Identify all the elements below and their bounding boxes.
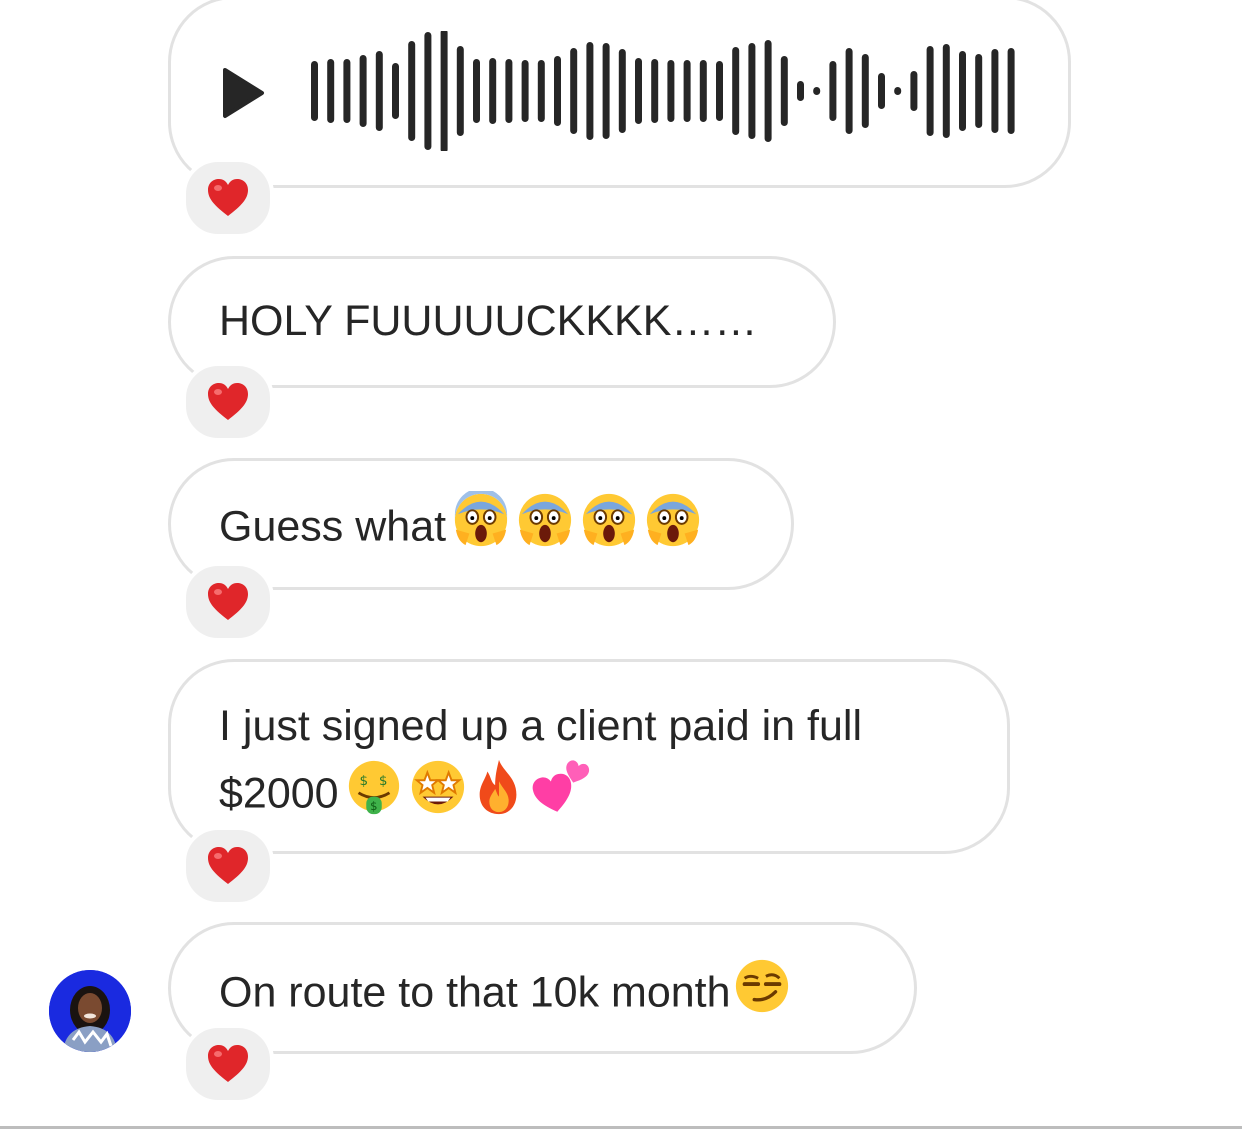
waveform-bar: [926, 46, 934, 136]
waveform-bar: [894, 87, 902, 95]
reaction-heart[interactable]: [182, 158, 274, 238]
waveform-bar: [732, 47, 740, 135]
waveform-bar: [327, 59, 335, 123]
waveform-bar: [813, 87, 821, 95]
message-thread: HOLY FUUUUUCKKKK…… Guess what I just sig…: [0, 0, 1242, 1129]
waveform-bar: [456, 46, 464, 136]
waveform-bar: [975, 54, 983, 128]
reaction-heart[interactable]: [182, 826, 274, 906]
amount-text: $2000: [219, 769, 339, 818]
waveform-bar: [343, 59, 351, 123]
waveform-bar: [861, 54, 869, 128]
message-text: HOLY FUUUUUCKKKK……: [219, 297, 758, 345]
message-bubble[interactable]: HOLY FUUUUUCKKKK……: [168, 256, 836, 388]
waveform-bar: [716, 61, 723, 121]
waveform-bar: [780, 56, 788, 126]
svg-text:$: $: [378, 773, 387, 789]
waveform-bar: [845, 48, 853, 134]
waveform-bar: [311, 61, 318, 121]
waveform-bar: [375, 51, 383, 131]
waveform[interactable]: [311, 31, 1031, 151]
waveform-bar: [683, 60, 691, 122]
waveform-bar: [942, 44, 950, 138]
screaming-face-emoji: [580, 491, 638, 567]
svg-text:$: $: [359, 773, 368, 789]
waveform-bar: [1007, 48, 1015, 134]
fire-emoji: [473, 758, 525, 834]
waveform-bar: [424, 32, 432, 150]
message-text: On route to that 10k month: [219, 957, 791, 1033]
smirking-face-emoji: [733, 957, 791, 1033]
star-struck-face-emoji: [409, 758, 467, 834]
waveform-bar: [764, 40, 772, 142]
voice-message-bubble[interactable]: [168, 0, 1071, 188]
heart-emoji: [208, 847, 248, 884]
svg-text:$: $: [370, 799, 377, 813]
waveform-bar: [602, 43, 610, 139]
waveform-bar: [408, 41, 416, 141]
reaction-heart[interactable]: [182, 362, 274, 442]
heart-emoji: [208, 179, 248, 216]
waveform-bar: [797, 81, 804, 101]
message-bubble[interactable]: I just signed up a client paid in full $…: [168, 659, 1010, 854]
avatar[interactable]: [49, 970, 131, 1052]
waveform-bar: [618, 49, 626, 133]
waveform-bar: [521, 60, 529, 122]
message-text-label: On route to that 10k month: [219, 968, 731, 1017]
message-text-line-1: I just signed up a client paid in full: [219, 702, 863, 750]
play-icon[interactable]: [221, 67, 265, 119]
message-text-line-2: $2000 $ $ $: [219, 758, 593, 834]
waveform-bar: [392, 63, 399, 119]
waveform-bar: [748, 43, 756, 139]
message-text-label: Guess what: [219, 502, 447, 551]
waveform-bar: [667, 60, 675, 122]
screaming-face-emoji: [452, 488, 510, 567]
waveform-bar: [489, 58, 497, 124]
screaming-face-emoji: [644, 491, 702, 567]
waveform-bar: [570, 48, 578, 134]
waveform-bar: [505, 59, 513, 123]
message-bubble[interactable]: On route to that 10k month: [168, 922, 917, 1054]
money-mouth-face-emoji: $ $ $: [345, 758, 403, 834]
waveform-bar: [635, 58, 642, 124]
screaming-face-emoji: [516, 491, 574, 567]
waveform-bar: [959, 51, 966, 131]
two-hearts-emoji: [531, 758, 593, 834]
waveform-bar: [910, 71, 918, 111]
waveform-bar: [878, 73, 885, 109]
waveform-bar: [554, 56, 561, 126]
waveform-bar: [829, 61, 837, 121]
waveform-bar: [359, 55, 367, 127]
waveform-bar: [440, 31, 448, 151]
reaction-heart[interactable]: [182, 1024, 274, 1104]
reaction-heart[interactable]: [182, 562, 274, 642]
waveform-bar: [991, 49, 999, 133]
avatar-image: [49, 970, 131, 1052]
waveform-bar: [473, 59, 480, 123]
heart-emoji: [208, 1045, 248, 1082]
heart-emoji: [208, 383, 248, 420]
waveform-bar: [699, 60, 707, 122]
heart-emoji: [208, 583, 248, 620]
waveform-bar: [537, 60, 545, 122]
waveform-bar: [651, 59, 659, 123]
message-text: Guess what: [219, 488, 702, 567]
waveform-bar: [586, 42, 594, 140]
